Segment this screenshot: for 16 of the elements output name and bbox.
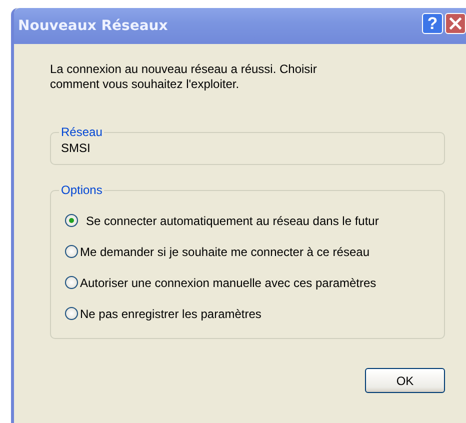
radio-button[interactable] <box>65 307 78 320</box>
option-label[interactable]: Ne pas enregistrer les paramètres <box>80 306 262 320</box>
radio-button[interactable] <box>65 245 78 258</box>
help-button[interactable]: ? <box>422 13 443 34</box>
message-text: La connexion au nouveau réseau a réussi. Choisir comment vous souhaitez l'exploiter. <box>50 62 318 92</box>
close-button[interactable] <box>445 13 466 34</box>
radio-button[interactable] <box>65 276 78 289</box>
option-label[interactable]: Me demander si je souhaite me connecter à ce réseau <box>80 244 370 258</box>
option-label[interactable]: Se connecter automatiquement au réseau dans le futur <box>86 214 379 228</box>
group-label: Réseau <box>60 125 104 139</box>
ok-button[interactable]: OK <box>365 368 445 393</box>
group-label: Options <box>60 183 104 197</box>
window-title: Nouveaux Réseaux <box>18 18 168 34</box>
option-label[interactable]: Autoriser une connexion manuelle avec ces paramètres <box>80 276 376 290</box>
radio-button[interactable] <box>65 214 78 227</box>
network-name: SMSI <box>61 140 92 155</box>
